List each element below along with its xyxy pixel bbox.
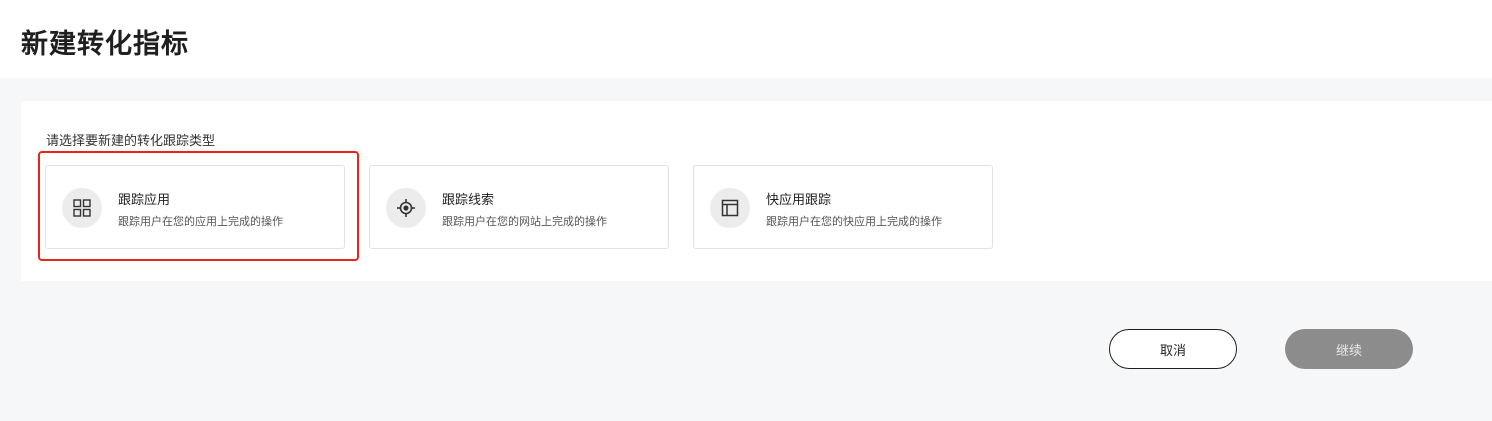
card-title: 跟踪线索 — [442, 193, 495, 208]
card-title: 快应用跟踪 — [766, 193, 832, 208]
continue-button[interactable]: 继续 — [1285, 329, 1413, 369]
page-title: 新建转化指标 — [21, 29, 189, 60]
card-description: 跟踪用户在您的快应用上完成的操作 — [766, 215, 942, 228]
target-icon — [386, 188, 426, 228]
page-header: 新建转化指标 — [0, 0, 1492, 78]
panel-prompt: 请选择要新建的转化跟踪类型 — [46, 134, 216, 149]
layout-icon — [710, 188, 750, 228]
grid-icon — [62, 188, 102, 228]
card-track-leads[interactable]: 跟踪线索 跟踪用户在您的网站上完成的操作 — [369, 165, 669, 249]
card-title: 跟踪应用 — [118, 193, 171, 208]
tracking-type-panel: 请选择要新建的转化跟踪类型 跟踪应用 跟踪用户在您的应用上完成的操作 跟踪线索 — [21, 101, 1492, 281]
cancel-button[interactable]: 取消 — [1109, 329, 1237, 369]
card-description: 跟踪用户在您的网站上完成的操作 — [442, 215, 607, 228]
card-description: 跟踪用户在您的应用上完成的操作 — [118, 215, 283, 228]
card-quick-app-tracking[interactable]: 快应用跟踪 跟踪用户在您的快应用上完成的操作 — [693, 165, 993, 249]
card-track-app[interactable]: 跟踪应用 跟踪用户在您的应用上完成的操作 — [45, 165, 345, 249]
